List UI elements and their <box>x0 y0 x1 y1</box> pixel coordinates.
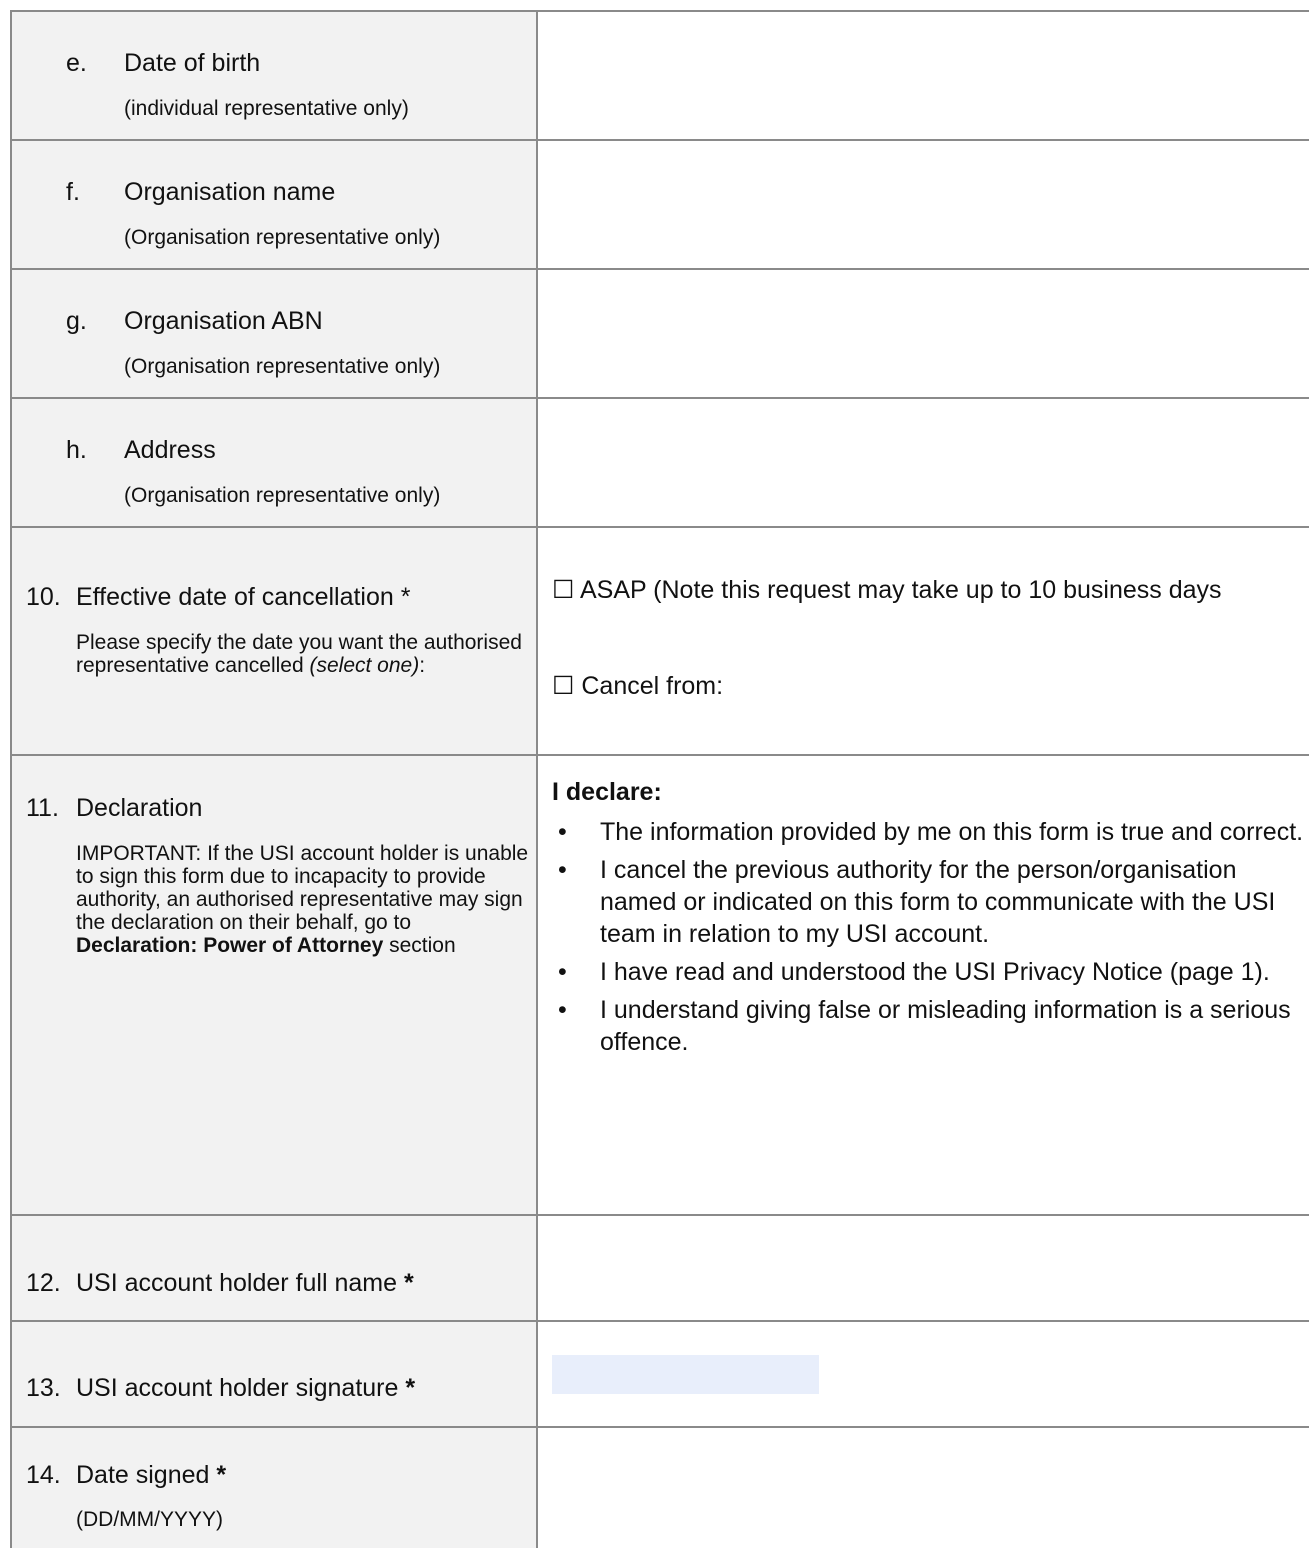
declaration-text: I have read and understood the USI Priva… <box>600 958 1270 986</box>
address-field[interactable] <box>538 399 1309 528</box>
row-address: h. Address (Organisation representative … <box>10 397 1309 528</box>
declaration-list: • The information provided by me on this … <box>552 816 1309 1064</box>
row-note: (Organisation representative only) <box>124 355 441 378</box>
label-cell: 13. USI account holder signature * <box>10 1322 538 1428</box>
question-title: USI account holder full name * <box>76 1269 414 1298</box>
question-number: 13. <box>26 1374 61 1402</box>
required-marker: * <box>403 1269 414 1297</box>
question-description: Please specify the date you want the aut… <box>76 631 532 677</box>
description-text: IMPORTANT: If the USI account holder is … <box>76 842 529 934</box>
row-letter: g. <box>66 307 87 335</box>
declaration-item: • The information provided by me on this … <box>552 816 1309 848</box>
date-signed-field[interactable] <box>538 1428 1309 1548</box>
label-cell: e. Date of birth (individual representat… <box>10 12 538 141</box>
row-title: Address <box>124 436 216 464</box>
bullet-icon: • <box>558 996 567 1024</box>
description-end: : <box>419 654 426 677</box>
description-italic: (select one) <box>309 654 420 677</box>
description-end: section <box>389 934 456 957</box>
signature-cell <box>538 1322 1309 1428</box>
question-description: IMPORTANT: If the USI account holder is … <box>76 842 532 957</box>
declaration-text: I understand giving false or misleading … <box>600 996 1291 1056</box>
row-note: (individual representative only) <box>124 97 409 120</box>
title-text: USI account holder full name <box>76 1269 398 1297</box>
declaration-item: • I have read and understood the USI Priv… <box>552 956 1309 988</box>
label-cell: h. Address (Organisation representative … <box>10 399 538 528</box>
label-cell: 12. USI account holder full name * <box>10 1216 538 1322</box>
organisation-name-field[interactable] <box>538 141 1309 270</box>
declaration-content: I declare: • The information provided by … <box>538 756 1309 1216</box>
bullet-icon: • <box>558 958 567 986</box>
question-number: 12. <box>26 1269 61 1297</box>
row-signature: 13. USI account holder signature * <box>10 1320 1309 1428</box>
question-title: USI account holder signature * <box>76 1374 415 1403</box>
row-note: (Organisation representative only) <box>124 226 441 249</box>
row-declaration: 11. Declaration IMPORTANT: If the USI ac… <box>10 754 1309 1216</box>
row-date-of-birth: e. Date of birth (individual representat… <box>10 10 1309 141</box>
question-number: 11. <box>26 794 59 822</box>
bullet-icon: • <box>558 856 567 884</box>
question-title: Effective date of cancellation * <box>76 583 411 611</box>
row-date-signed: 14. Date signed * (DD/MM/YYYY) <box>10 1426 1309 1548</box>
cancel-from-checkbox[interactable]: ☐ Cancel from: <box>552 671 723 701</box>
row-letter: e. <box>66 49 87 77</box>
question-number: 14. <box>26 1461 61 1489</box>
row-letter: f. <box>66 178 80 206</box>
required-marker: * <box>405 1374 416 1402</box>
bullet-icon: • <box>558 818 567 846</box>
row-organisation-name: f. Organisation name (Organisation repre… <box>10 139 1309 270</box>
row-effective-date: 10. Effective date of cancellation * Ple… <box>10 526 1309 756</box>
row-title: Organisation ABN <box>124 307 323 335</box>
row-letter: h. <box>66 436 87 464</box>
full-name-field[interactable] <box>538 1216 1309 1322</box>
required-marker: * <box>216 1461 227 1489</box>
declaration-item: • I understand giving false or misleading… <box>552 994 1309 1058</box>
row-organisation-abn: g. Organisation ABN (Organisation repres… <box>10 268 1309 399</box>
row-title: Date of birth <box>124 49 261 77</box>
label-cell: 14. Date signed * (DD/MM/YYYY) <box>10 1428 538 1548</box>
label-cell: 11. Declaration IMPORTANT: If the USI ac… <box>10 756 538 1216</box>
title-text: USI account holder signature <box>76 1374 399 1402</box>
label-cell: 10. Effective date of cancellation * Ple… <box>10 528 538 756</box>
label-cell: g. Organisation ABN (Organisation repres… <box>10 270 538 399</box>
date-format-note: (DD/MM/YYYY) <box>76 1508 223 1531</box>
label-cell: f. Organisation name (Organisation repre… <box>10 141 538 270</box>
date-of-birth-field[interactable] <box>538 12 1309 141</box>
organisation-abn-field[interactable] <box>538 270 1309 399</box>
row-full-name: 12. USI account holder full name * <box>10 1214 1309 1322</box>
row-title: Organisation name <box>124 178 336 206</box>
declaration-item: • I cancel the previous authority for the… <box>552 854 1309 950</box>
row-note: (Organisation representative only) <box>124 484 441 507</box>
asap-checkbox[interactable]: ☐ ASAP (Note this request may take up to… <box>552 575 1222 605</box>
title-text: Date signed <box>76 1461 210 1489</box>
question-number: 10. <box>26 583 61 611</box>
declaration-text: The information provided by me on this f… <box>600 818 1304 846</box>
cancellation-options: ☐ ASAP (Note this request may take up to… <box>538 528 1309 756</box>
power-of-attorney-reference: Declaration: Power of Attorney <box>76 934 384 957</box>
question-title: Declaration <box>76 794 203 822</box>
declaration-heading: I declare: <box>552 778 662 806</box>
signature-field[interactable] <box>552 1355 819 1394</box>
declaration-text: I cancel the previous authority for the … <box>600 856 1276 948</box>
description-text: Please specify the date you want the aut… <box>76 631 522 677</box>
question-title: Date signed * <box>76 1461 226 1490</box>
